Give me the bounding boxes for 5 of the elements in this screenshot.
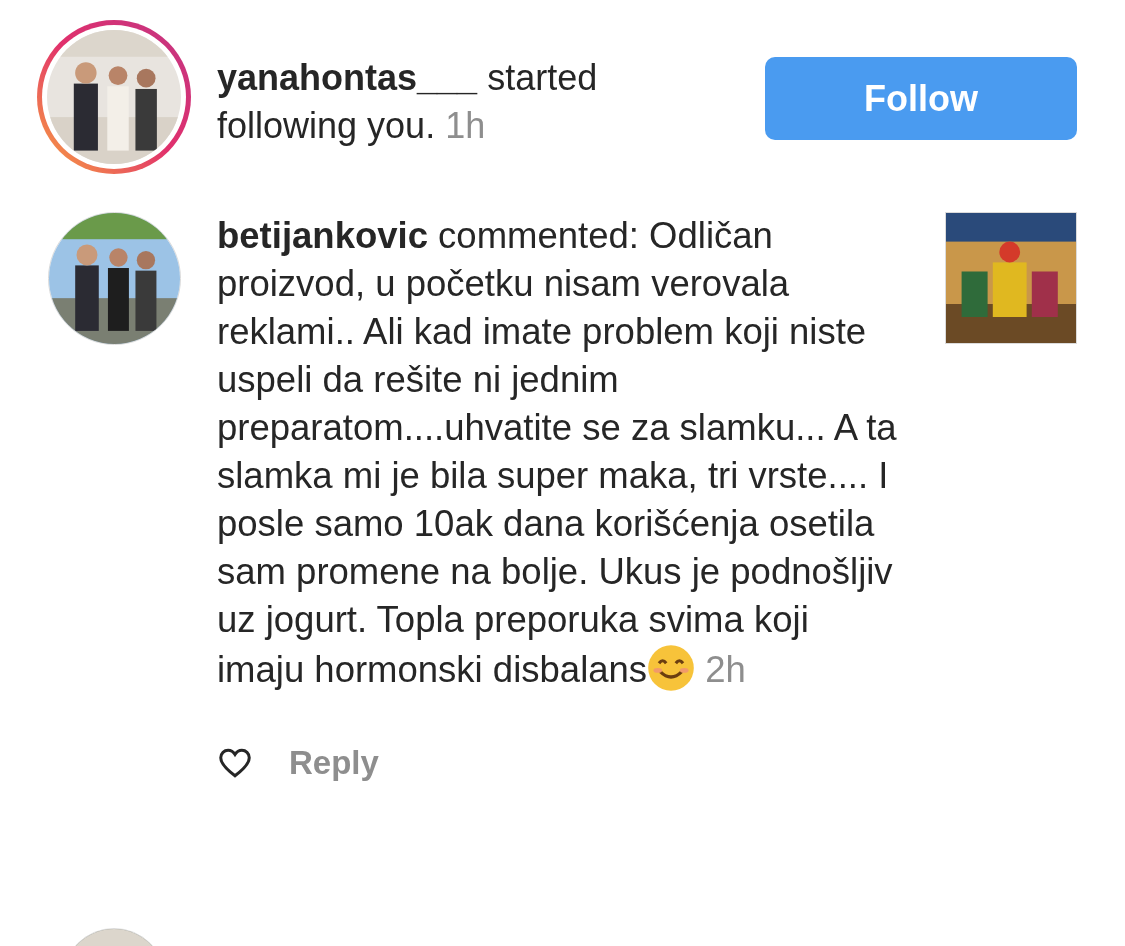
comment-text: betijankovic commented: Odličan proizvod, u početku nisam verovala reklami.. Ali kad imate problem koji niste uspeli da rešite ni jednim preparatom....uhvatite se za slamku... A ta slamka mi je bila super maka, tri vrste.... I posle samo 10ak dana korišćenja osetila sam promene na bolje. Ukus je podnošljiv uz jogurt. Topla preporuka svima koji imaju hormonski disbalans 2h [217,214,898,694]
follow-button[interactable]: Follow [765,57,1077,140]
smiley-icon [647,644,696,692]
reply-button[interactable]: Reply [289,738,379,788]
notification-text: yanahontas___ started following you. 1h [217,56,599,148]
